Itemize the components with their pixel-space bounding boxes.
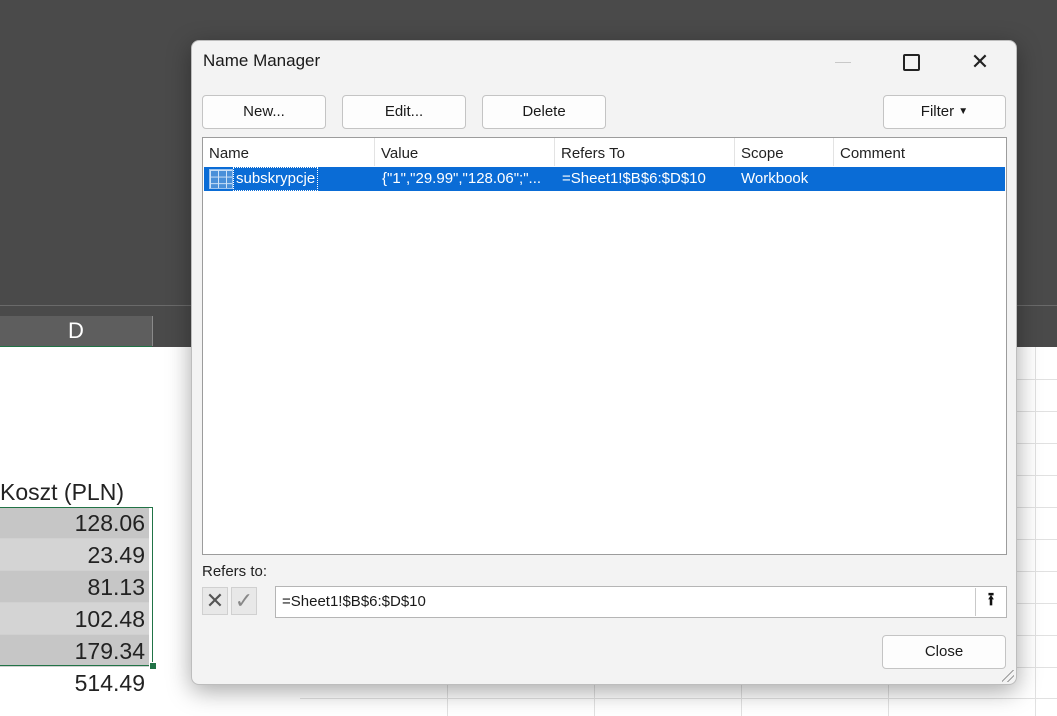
gridline	[1017, 507, 1057, 508]
confirm-edit-button[interactable]: ✓	[231, 587, 257, 615]
column-scope[interactable]: Scope	[735, 138, 834, 166]
collapse-dialog-button[interactable]: ⭱	[975, 588, 1006, 616]
resize-grip-icon[interactable]	[1002, 670, 1014, 682]
gridline	[1017, 379, 1057, 380]
x-icon: ✕	[205, 588, 225, 613]
row-name: subskrypcje	[233, 167, 319, 191]
dialog-title: Name Manager	[203, 51, 321, 70]
row-refers-to: =Sheet1!$B$6:$D$10	[562, 170, 706, 187]
cell-header-koszt[interactable]: Koszt (PLN)	[0, 476, 150, 508]
maximize-button[interactable]	[888, 47, 934, 77]
cell-total[interactable]: 514.49	[0, 667, 149, 699]
table-icon	[209, 169, 233, 189]
names-list[interactable]: Name Value Refers To Scope Comment subsk…	[202, 137, 1007, 555]
name-manager-dialog: Name Manager ✕ New... Edit... Delete Fil…	[191, 40, 1017, 685]
gridline	[1017, 635, 1057, 636]
cancel-edit-button[interactable]: ✕	[202, 587, 228, 615]
gridline	[1017, 443, 1057, 444]
cell-value[interactable]: 102.48	[0, 603, 149, 635]
minimize-icon	[835, 61, 851, 63]
refers-to-input[interactable]: =Sheet1!$B$6:$D$10	[275, 586, 1007, 618]
row-scope: Workbook	[741, 170, 809, 187]
delete-button[interactable]: Delete	[482, 95, 606, 129]
filter-button[interactable]: Filter ▼	[883, 95, 1006, 129]
check-icon: ✓	[234, 588, 254, 613]
cell-value[interactable]: 128.06	[0, 507, 149, 539]
list-header: Name Value Refers To Scope Comment	[203, 138, 1006, 166]
column-value[interactable]: Value	[375, 138, 555, 166]
row-value: {"1","29.99","128.06";"...	[382, 170, 542, 187]
gridline	[1017, 571, 1057, 572]
fill-handle[interactable]	[149, 662, 157, 670]
gridline	[300, 698, 1057, 699]
column-comment[interactable]: Comment	[834, 138, 1006, 166]
gridline	[1035, 347, 1036, 716]
column-header-d[interactable]: D	[0, 316, 152, 348]
filter-label: Filter	[920, 103, 955, 120]
caret-down-icon: ▼	[958, 106, 969, 117]
gridline	[1017, 411, 1057, 412]
edit-button[interactable]: Edit...	[342, 95, 466, 129]
row-comment	[840, 167, 1000, 191]
column-separator	[152, 316, 153, 346]
gridline	[1017, 475, 1057, 476]
close-window-button[interactable]: ✕	[957, 47, 1003, 77]
close-button[interactable]: Close	[882, 635, 1006, 669]
gridline	[1017, 539, 1057, 540]
cell-value[interactable]: 23.49	[0, 539, 149, 571]
close-icon: ✕	[970, 49, 990, 74]
upload-arrow-icon: ⭱	[987, 589, 995, 609]
cell-value[interactable]: 179.34	[0, 635, 149, 667]
new-button[interactable]: New...	[202, 95, 326, 129]
gridline	[1017, 603, 1057, 604]
gridline	[1017, 667, 1057, 668]
refers-to-label: Refers to:	[202, 563, 268, 580]
column-refers-to[interactable]: Refers To	[555, 138, 735, 166]
maximize-icon	[902, 53, 920, 71]
minimize-button[interactable]	[820, 47, 866, 77]
list-row-subskrypcje[interactable]: subskrypcje {"1","29.99","128.06";"... =…	[204, 167, 1005, 191]
column-name[interactable]: Name	[203, 138, 375, 166]
cell-value[interactable]: 81.13	[0, 571, 149, 603]
